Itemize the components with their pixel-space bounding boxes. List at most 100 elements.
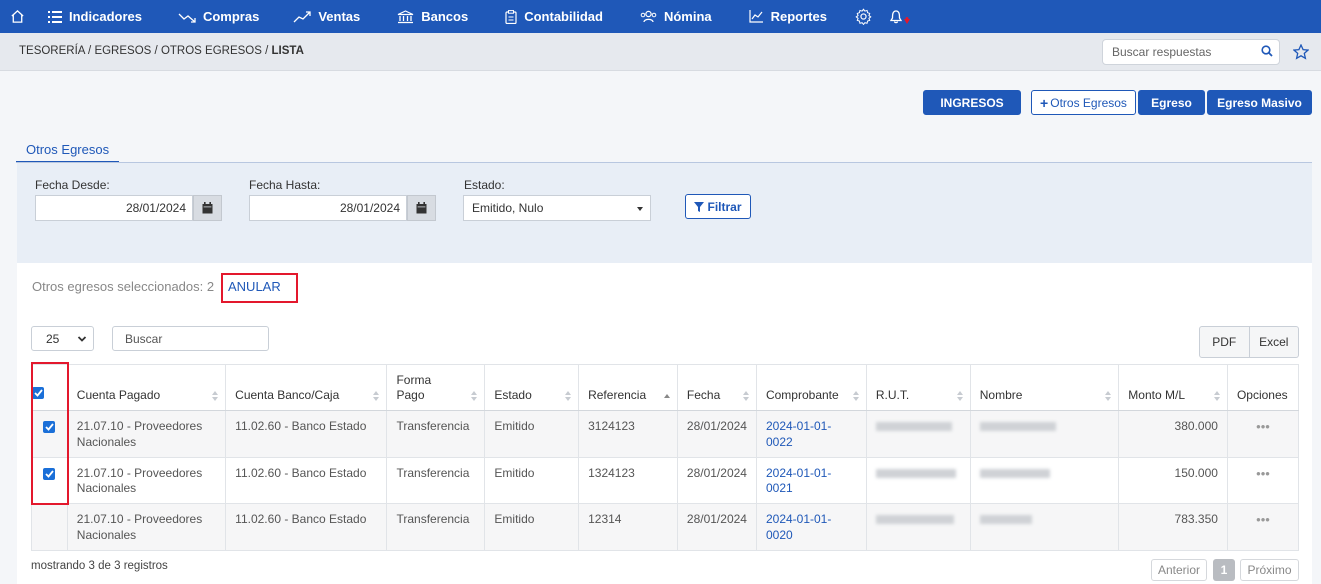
breadcrumb-bar: TESORERÍA / EGRESOS / OTROS EGRESOS / LI… (0, 33, 1321, 71)
cell-monto: 150.000 (1118, 456, 1228, 504)
page-length-value: 25 (46, 331, 60, 346)
excel-button[interactable]: Excel (1249, 326, 1299, 358)
sort-icon (956, 391, 963, 401)
egreso-button[interactable]: Egreso (1138, 90, 1205, 115)
sort-icon (852, 391, 859, 401)
col-monto[interactable]: Monto M/L (1118, 364, 1228, 411)
nav-indicadores[interactable]: Indicadores (48, 0, 142, 33)
bank-icon (397, 9, 414, 23)
options-dots-icon[interactable]: ••• (1226, 410, 1300, 458)
col-label: Referencia (588, 388, 647, 402)
breadcrumb-item[interactable]: TESORERÍA (19, 45, 85, 57)
nav-label: Compras (202, 9, 260, 24)
row-checkbox-empty[interactable] (31, 503, 68, 551)
comprobante-link[interactable]: 2024-01-01-0020 (766, 512, 831, 542)
col-cuenta-pagado[interactable]: Cuenta Pagado (66, 364, 227, 411)
col-estado[interactable]: Estado (484, 364, 580, 411)
table-info: mostrando 3 de 3 registros (31, 560, 168, 572)
users-icon (640, 10, 657, 23)
col-opciones: Opciones (1226, 364, 1300, 411)
pagination-next-button[interactable]: Próximo (1240, 559, 1299, 581)
nav-reportes[interactable]: Reportes (749, 0, 827, 33)
breadcrumb-current: LISTA (271, 45, 304, 57)
pagination-prev-button[interactable]: Anterior (1151, 559, 1207, 581)
help-search-input[interactable] (1102, 39, 1280, 65)
cell-rut (865, 456, 971, 504)
col-label: Estado (494, 388, 532, 402)
star-icon[interactable] (1293, 44, 1309, 60)
table-row: 21.07.10 - Proveedores Nacionales 11.02.… (31, 456, 1300, 504)
table-search-input[interactable]: Buscar (112, 326, 269, 351)
settings-gear-icon[interactable] (855, 0, 872, 33)
notifications-bell-icon[interactable] (889, 0, 912, 33)
egreso-masivo-button[interactable]: Egreso Masivo (1207, 90, 1312, 115)
cell-fecha: 28/01/2024 (676, 456, 757, 504)
cell-cuenta-banco: 11.02.60 - Banco Estado (225, 410, 388, 458)
filtrar-label: Filtrar (707, 199, 742, 214)
cell-cuenta-pagado: 21.07.10 - Proveedores Nacionales (66, 456, 227, 504)
nav-ventas[interactable]: Ventas (293, 0, 360, 33)
sort-icon (1213, 391, 1220, 401)
trend-down-icon (178, 13, 196, 23)
tab-otros-egresos[interactable]: Otros Egresos (16, 137, 120, 163)
cell-fecha: 28/01/2024 (676, 410, 757, 458)
row-checkbox[interactable] (31, 410, 68, 458)
estado-select-value: Emitido, Nulo (472, 201, 544, 215)
filter-icon (694, 201, 705, 212)
redacted-nombre (979, 422, 1056, 431)
options-dots-icon[interactable]: ••• (1226, 503, 1300, 551)
col-forma-pago[interactable]: Forma Pago (386, 364, 486, 411)
calendar-icon[interactable] (193, 195, 222, 221)
col-label: Cuenta Pagado (76, 388, 161, 402)
estado-label: Estado: (464, 178, 505, 192)
breadcrumb-separator: / (154, 45, 158, 57)
nav-compras[interactable]: Compras (178, 0, 259, 33)
col-comprobante[interactable]: Comprobante (755, 364, 867, 411)
ingresos-button[interactable]: INGRESOS (923, 90, 1021, 115)
cell-forma-pago: Transferencia (386, 503, 486, 551)
col-nombre[interactable]: Nombre (969, 364, 1120, 411)
col-rut[interactable]: R.U.T. (865, 364, 971, 411)
comprobante-link[interactable]: 2024-01-01-0022 (766, 419, 831, 449)
plus-icon: + (1040, 94, 1049, 111)
options-dots-icon[interactable]: ••• (1226, 456, 1300, 504)
nav-label: Indicadores (69, 9, 142, 24)
chart-icon (749, 10, 763, 23)
cell-fecha: 28/01/2024 (676, 503, 757, 551)
comprobante-link[interactable]: 2024-01-01-0021 (766, 466, 831, 496)
filtrar-button[interactable]: Filtrar (685, 194, 751, 219)
home-icon[interactable] (0, 0, 34, 33)
nav-nomina[interactable]: Nómina (640, 0, 712, 33)
select-all-checkbox[interactable] (31, 364, 68, 411)
nav-label: Reportes (770, 9, 827, 24)
redacted-rut (875, 468, 956, 478)
sort-icon (1105, 391, 1112, 401)
table-row: 21.07.10 - Proveedores Nacionales 11.02.… (31, 503, 1300, 551)
nav-bancos[interactable]: Bancos (397, 0, 468, 33)
pagination-page-1[interactable]: 1 (1213, 559, 1235, 581)
table-row: 21.07.10 - Proveedores Nacionales 11.02.… (31, 410, 1300, 458)
col-fecha[interactable]: Fecha (676, 364, 757, 411)
pdf-button[interactable]: PDF (1199, 326, 1250, 358)
calendar-icon[interactable] (407, 195, 436, 221)
row-checkbox[interactable] (31, 456, 68, 504)
fecha-desde-input[interactable]: 28/01/2024 (35, 195, 193, 221)
breadcrumb-item[interactable]: OTROS EGRESOS (161, 45, 262, 57)
clipboard-icon (505, 9, 517, 24)
estado-select[interactable]: Emitido, Nulo (463, 195, 651, 221)
col-cuenta-banco[interactable]: Cuenta Banco/Caja (225, 364, 388, 411)
nav-label: Contabilidad (524, 9, 603, 24)
fecha-hasta-input[interactable]: 28/01/2024 (249, 195, 407, 221)
page-length-select[interactable]: 25 (31, 326, 94, 351)
cell-referencia: 1324123 (578, 456, 678, 504)
col-label: Opciones (1236, 388, 1288, 402)
search-icon[interactable] (1261, 45, 1273, 57)
col-label: Nombre (979, 388, 1023, 402)
nav-contabilidad[interactable]: Contabilidad (505, 0, 603, 33)
add-otros-egresos-button[interactable]: + Otros Egresos (1031, 90, 1136, 115)
main-content: INGRESOS + Otros Egresos Egreso Egreso M… (0, 71, 1321, 584)
anular-link[interactable]: ANULAR (228, 279, 281, 294)
col-referencia[interactable]: Referencia (578, 364, 678, 411)
breadcrumb-item[interactable]: EGRESOS (94, 45, 151, 57)
redacted-nombre (979, 468, 1050, 478)
